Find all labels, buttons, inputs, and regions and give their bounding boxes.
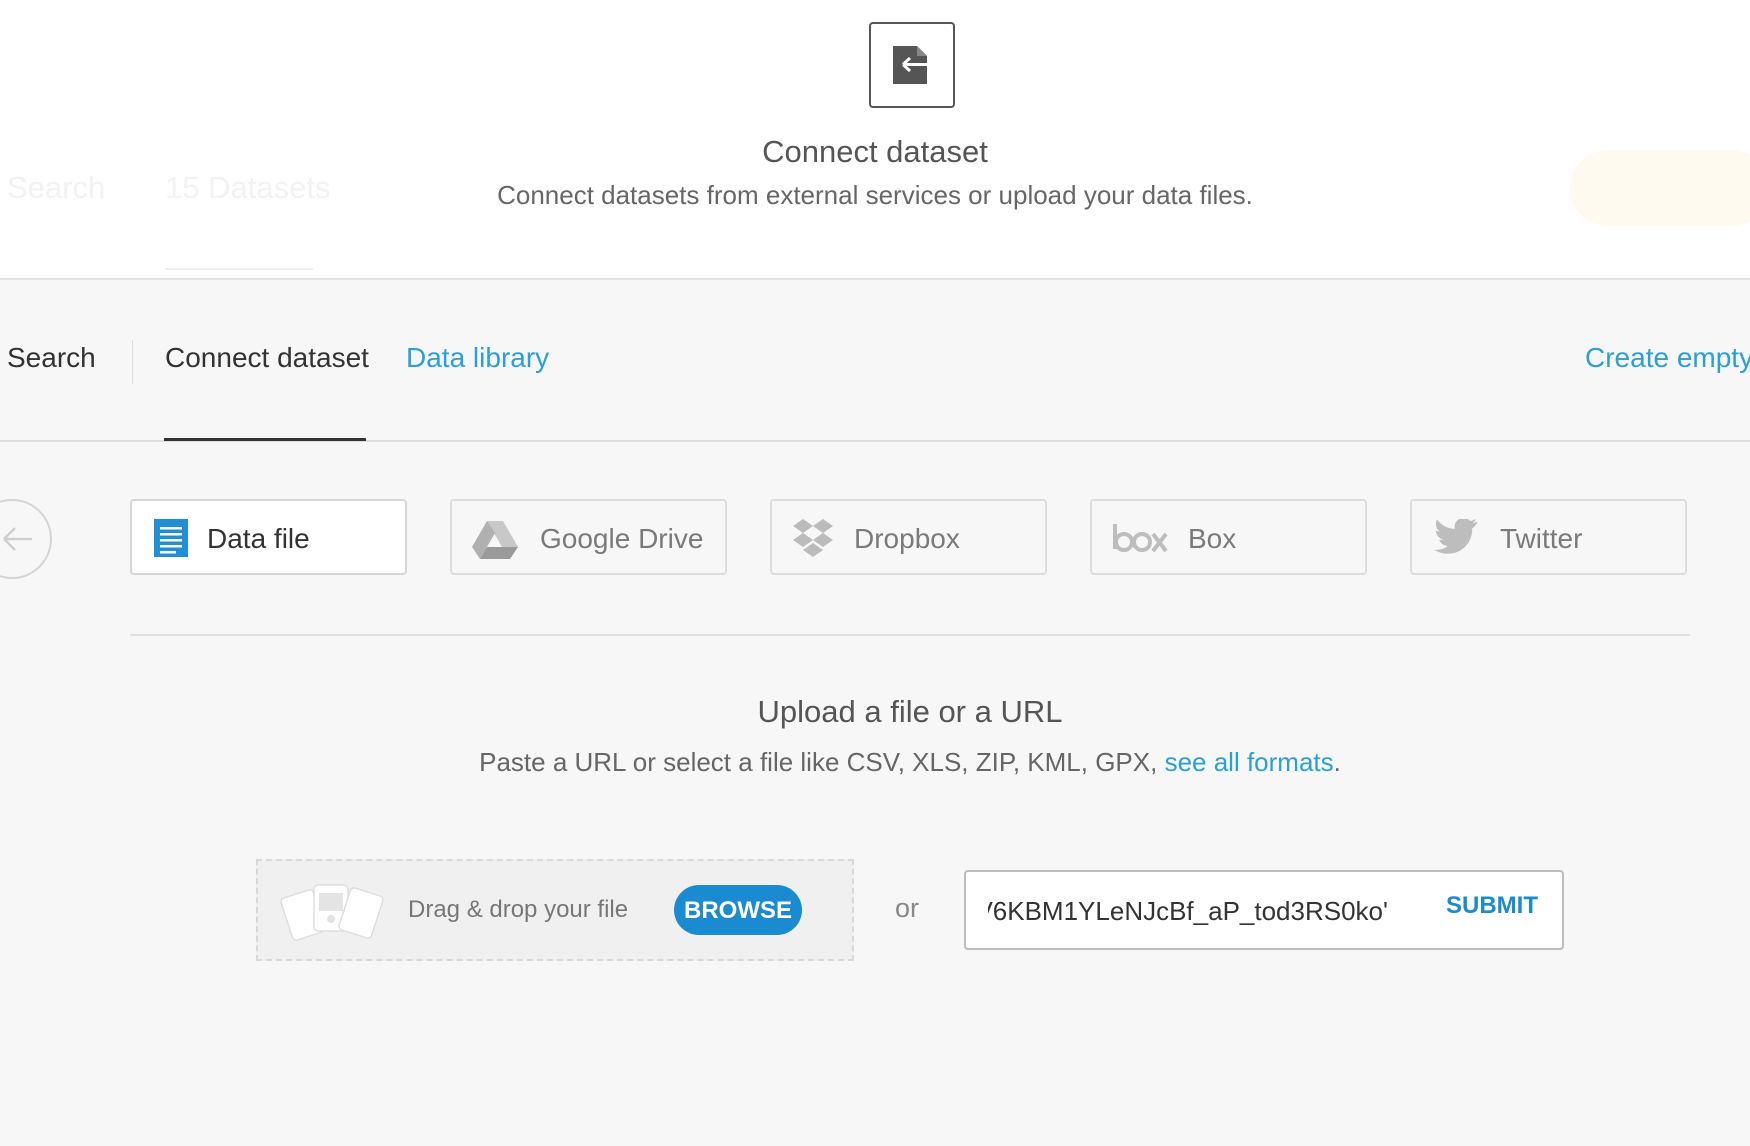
background-tab-underline — [165, 268, 313, 270]
create-empty-link[interactable]: Create empty — [1585, 342, 1750, 374]
or-separator: or — [895, 893, 920, 923]
import-arrow-icon — [869, 22, 955, 108]
source-dropbox[interactable]: Dropbox — [770, 499, 1047, 575]
source-box[interactable]: Box — [1090, 499, 1367, 575]
section-divider — [130, 634, 1690, 636]
submit-button[interactable]: SUBMIT — [1446, 892, 1538, 920]
tab-divider — [132, 340, 133, 384]
upload-title: Upload a file or a URL — [757, 694, 1063, 729]
dropbox-icon — [792, 517, 834, 566]
source-label: Box — [1188, 523, 1237, 554]
upload-description-period: . — [1333, 747, 1341, 777]
source-label: Twitter — [1500, 523, 1583, 554]
see-all-formats-link[interactable]: see all formats — [1165, 747, 1334, 777]
tab-connect-dataset[interactable]: Connect dataset — [165, 342, 369, 374]
file-dropzone[interactable]: Drag & drop your file BROWSE — [256, 859, 854, 961]
back-button[interactable] — [0, 499, 52, 579]
tab-data-library[interactable]: Data library — [406, 342, 549, 374]
document-icon — [154, 519, 188, 564]
tab-bar: Search Connect dataset Data library Crea… — [0, 278, 1750, 442]
browse-button[interactable]: BROWSE — [674, 885, 802, 935]
box-icon — [1112, 521, 1168, 562]
dropzone-text: Drag & drop your file — [408, 896, 629, 923]
modal-header: Search 15 Datasets Connect dataset Conne… — [0, 0, 1750, 280]
source-label: Dropbox — [854, 523, 960, 554]
source-label: Data file — [207, 523, 310, 554]
upload-description-text: Paste a URL or select a file like CSV, X… — [479, 747, 1165, 777]
modal-subtitle: Connect datasets from external services … — [497, 180, 1253, 210]
tab-search[interactable]: Search — [7, 342, 96, 374]
url-input-box: SUBMIT — [964, 870, 1564, 950]
files-icon — [278, 875, 388, 952]
source-google-drive[interactable]: Google Drive — [450, 499, 727, 575]
source-label: Google Drive — [540, 523, 704, 554]
upload-description: Paste a URL or select a file like CSV, X… — [0, 747, 1750, 778]
back-arrow-icon — [3, 527, 32, 551]
url-input[interactable] — [988, 890, 1388, 932]
google-drive-icon — [472, 521, 518, 566]
active-tab-indicator — [164, 438, 366, 441]
twitter-icon — [1434, 517, 1480, 564]
source-twitter[interactable]: Twitter — [1410, 499, 1687, 575]
modal-title: Connect dataset — [762, 134, 988, 169]
source-data-file[interactable]: Data file — [130, 499, 407, 575]
